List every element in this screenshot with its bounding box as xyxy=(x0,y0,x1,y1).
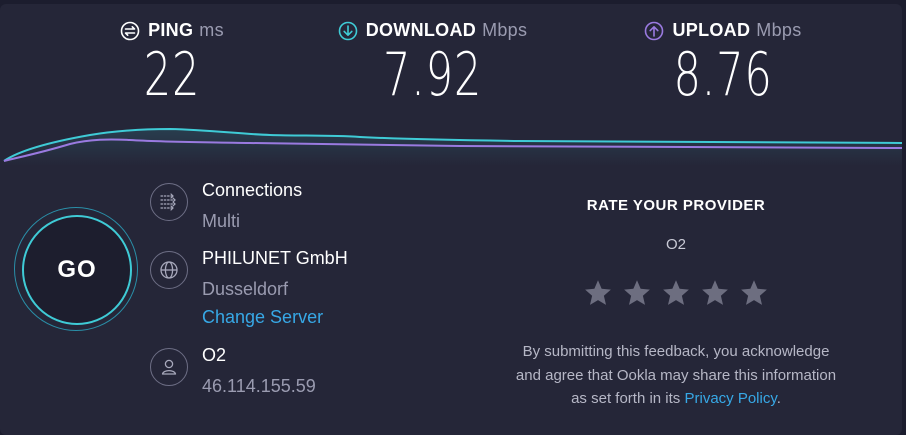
server-name: PHILUNET GmbH xyxy=(202,248,348,268)
download-label: DOWNLOAD xyxy=(365,20,477,40)
ping-unit: ms xyxy=(199,20,224,40)
client-isp: O2 xyxy=(202,345,227,365)
globe-icon xyxy=(150,251,188,289)
upload-header: UPLOAD Mbps xyxy=(634,20,812,41)
download-value: 7.92 xyxy=(382,40,483,110)
ping-icon xyxy=(120,21,140,40)
disclaimer-line-3-text: as set forth in its xyxy=(571,390,685,407)
download-metric: DOWNLOAD Mbps 7.92 xyxy=(325,20,540,105)
upload-unit: Mbps xyxy=(756,20,802,40)
upload-metric: UPLOAD Mbps 8.76 xyxy=(634,20,812,105)
privacy-policy-link[interactable]: Privacy Policy xyxy=(684,390,776,407)
feedback-disclaimer: By submitting this feedback, you acknowl… xyxy=(470,340,882,411)
ping-header: PING ms xyxy=(108,20,236,41)
speed-graph xyxy=(3,127,902,166)
go-button[interactable]: GO xyxy=(22,215,132,325)
rate-provider-title: RATE YOUR PROVIDER xyxy=(586,197,766,214)
client-ip: 46.114.155.59 xyxy=(202,376,316,396)
star-3-icon[interactable] xyxy=(661,278,691,308)
star-2-icon[interactable] xyxy=(622,278,652,308)
connections-value: Multi xyxy=(202,211,241,231)
ping-value: 22 xyxy=(143,40,201,110)
download-icon xyxy=(338,21,357,40)
disclaimer-period: . xyxy=(776,390,781,407)
star-1-icon[interactable] xyxy=(583,278,613,308)
download-unit: Mbps xyxy=(482,20,528,40)
star-rating xyxy=(583,278,769,308)
upload-value: 8.76 xyxy=(673,40,773,110)
user-icon xyxy=(150,348,188,386)
disclaimer-line-2: and agree that Ookla may share this info… xyxy=(515,366,837,384)
server-location: Dusseldorf xyxy=(202,279,289,299)
connections-icon[interactable] xyxy=(150,183,188,221)
change-server-link[interactable]: Change Server xyxy=(202,307,323,328)
star-4-icon[interactable] xyxy=(700,278,730,308)
connections-title: Connections xyxy=(202,180,303,200)
disclaimer-line-1: By submitting this feedback, you acknowl… xyxy=(522,343,830,360)
ping-metric: PING ms 22 xyxy=(108,20,236,105)
star-5-icon[interactable] xyxy=(739,278,769,308)
download-header: DOWNLOAD Mbps xyxy=(325,20,540,41)
upload-icon xyxy=(645,21,664,40)
upload-label: UPLOAD xyxy=(672,20,751,40)
disclaimer-line-3: as set forth in its Privacy Policy. xyxy=(470,387,882,411)
ping-label: PING xyxy=(148,20,194,40)
rate-provider-name: O2 xyxy=(665,236,686,253)
